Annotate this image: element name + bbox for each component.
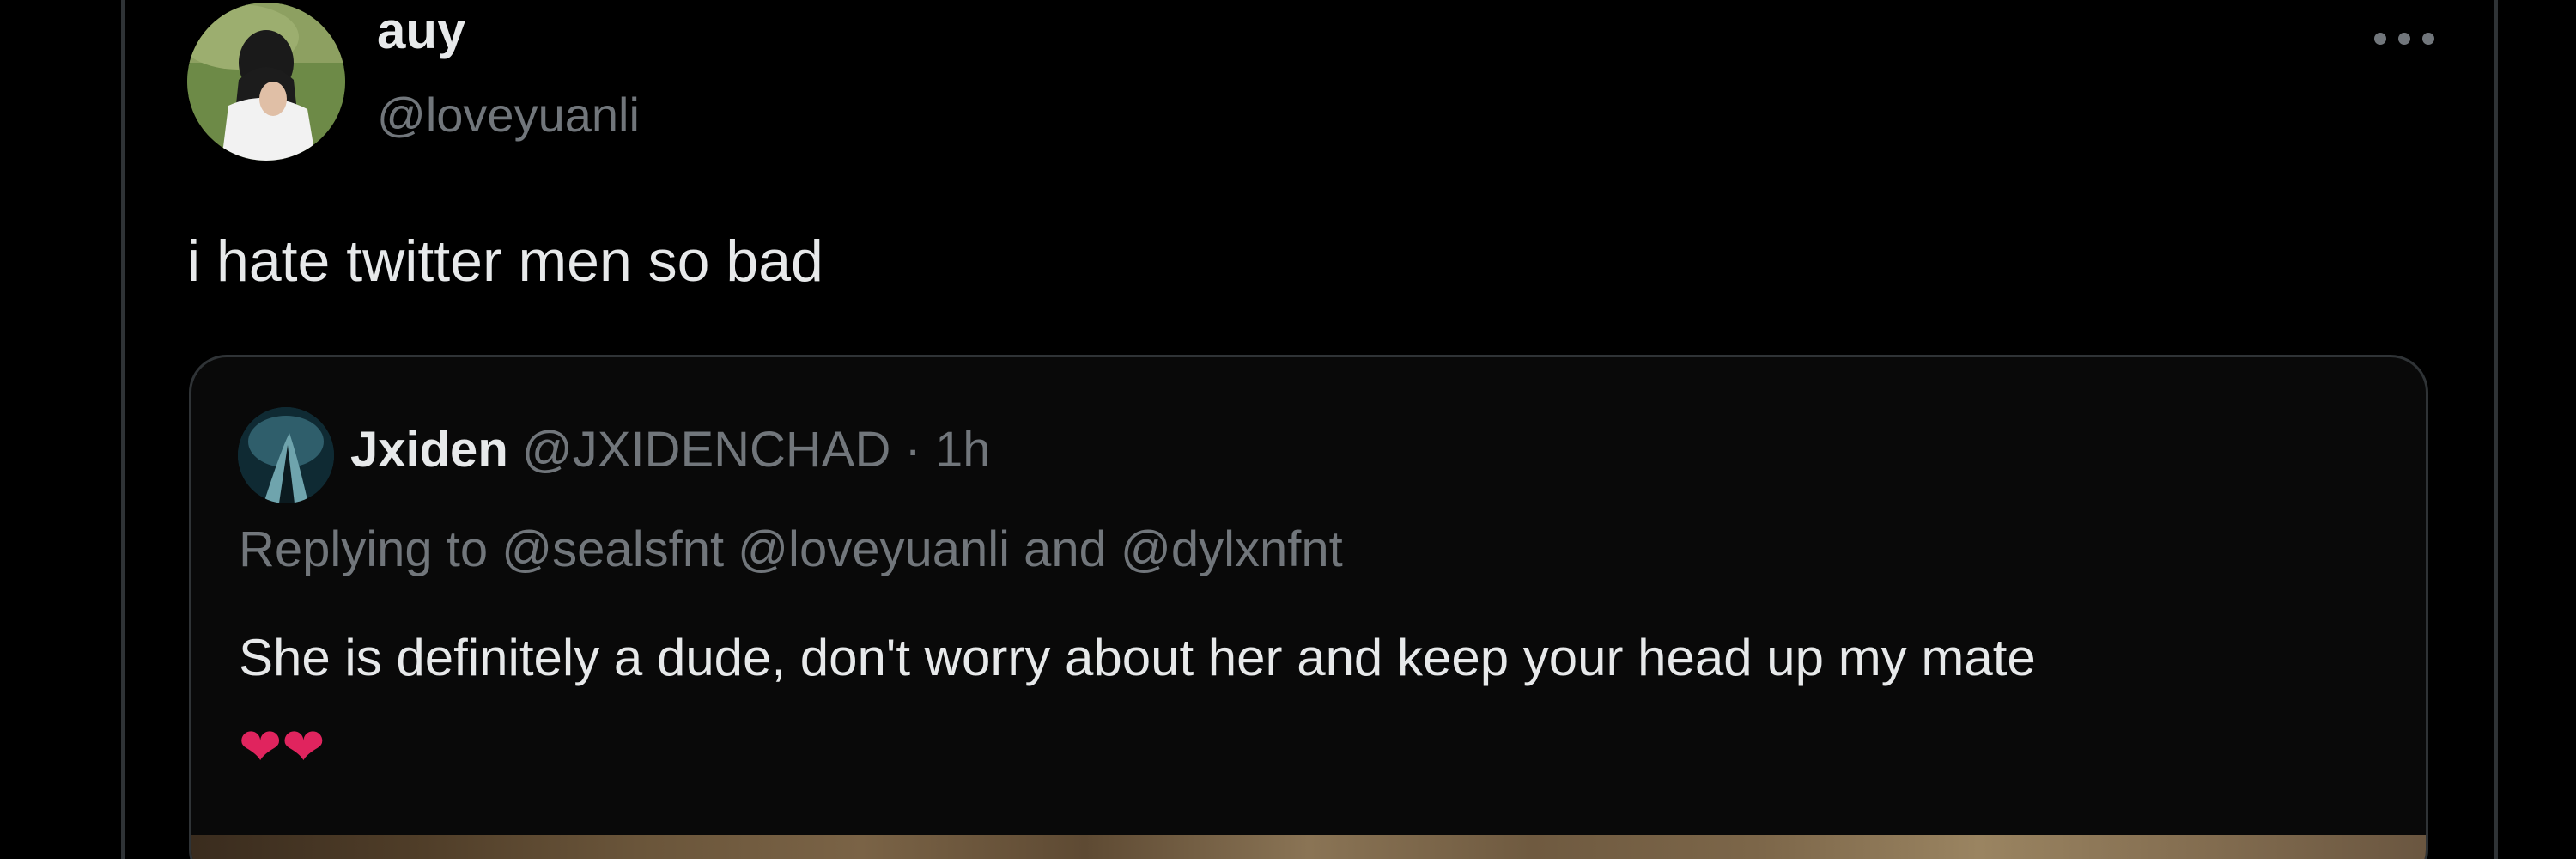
author-display-name[interactable]: auy [377,0,465,62]
avatar-photo [187,3,345,161]
tweet[interactable]: auy @loveyuanli i hate twitter men so ba… [125,0,2490,859]
timeline-right-border [2494,0,2498,859]
replying-to-users[interactable]: @sealsfnt @loveyuanli and @dylxnfnt [501,521,1342,577]
tweet-text: i hate twitter men so bad [187,228,823,294]
more-options-button[interactable] [2357,9,2451,69]
quoted-tweet-body: She is definitely a dude, don't worry ab… [239,629,2036,686]
author-avatar[interactable] [187,3,345,161]
quoted-tweet-card[interactable]: Jxiden @JXIDENCHAD · 1h Replying to @sea… [189,355,2428,859]
quoted-tweet-header: Jxiden @JXIDENCHAD · 1h [350,419,990,481]
quoted-tweet-text: She is definitely a dude, don't worry ab… [239,613,2420,792]
quoted-author-handle[interactable]: @JXIDENCHAD [522,422,890,478]
quoted-author-avatar[interactable] [238,407,334,503]
replying-to-line: Replying to @sealsfnt @loveyuanli and @d… [239,519,1343,581]
quoted-tweet-media[interactable] [191,835,2426,859]
quoted-author-display-name[interactable]: Jxiden [350,422,508,478]
more-horizontal-icon [2374,33,2434,45]
quoted-avatar-photo [238,407,334,503]
replying-to-label: Replying to [239,521,489,577]
red-heart-emoji: ❤❤ [239,718,325,776]
author-handle[interactable]: @loveyuanli [377,84,640,146]
header-separator: · [904,422,921,478]
quoted-tweet-timestamp[interactable]: 1h [935,422,991,478]
